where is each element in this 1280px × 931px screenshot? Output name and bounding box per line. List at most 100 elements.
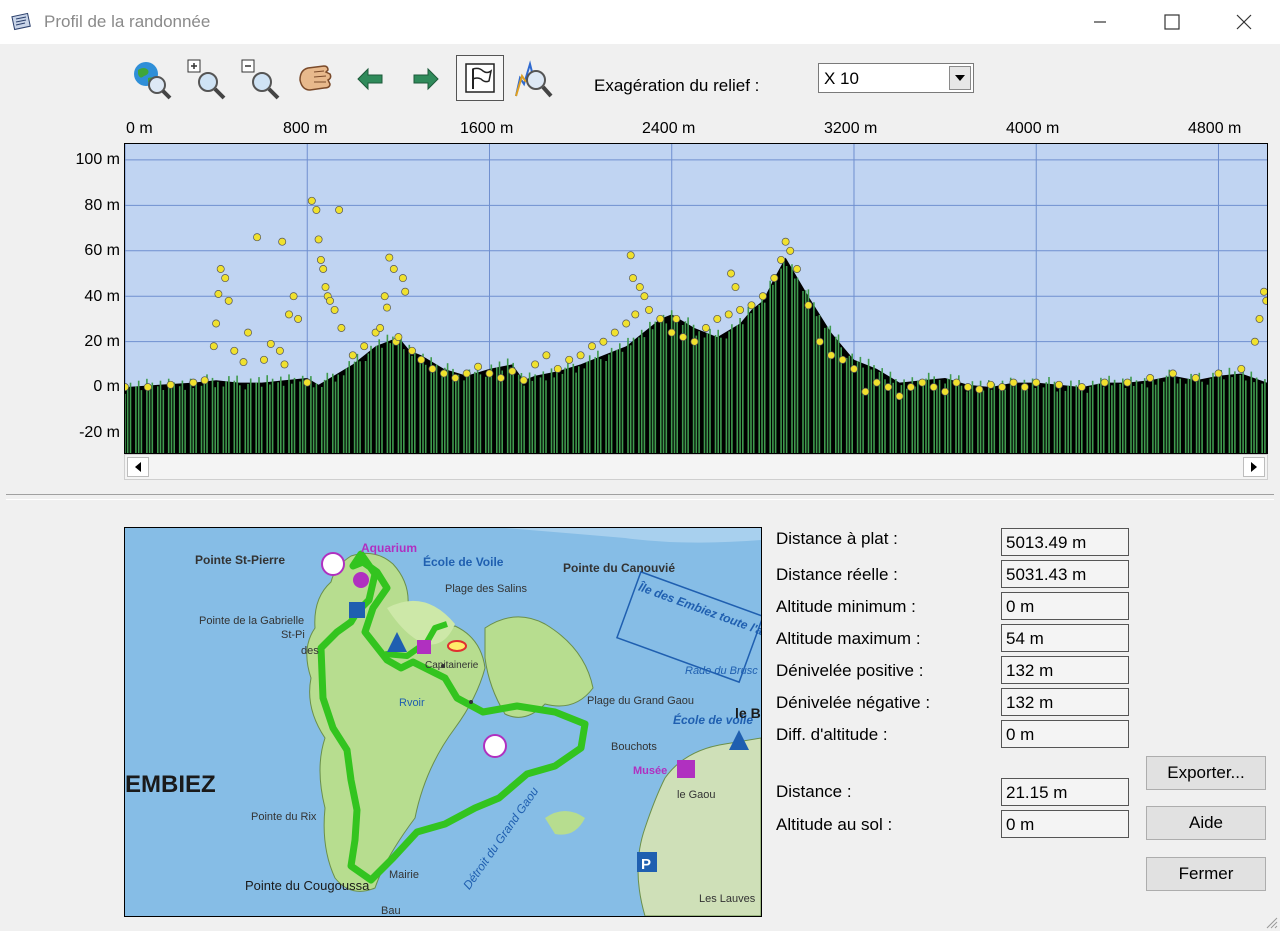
profile-zoom-icon (515, 60, 553, 98)
exaggeration-label: Exagération du relief : (594, 76, 760, 95)
profile-point (781, 237, 790, 246)
profile-point (278, 237, 287, 246)
map-label: Les Lauves (699, 893, 756, 905)
map-label: Musée (633, 765, 667, 777)
profile-point (462, 369, 471, 378)
profile-point (998, 383, 1007, 392)
cursor-distance-value: 21.15 m (1001, 778, 1129, 806)
profile-point (1055, 380, 1063, 389)
profile-horizontal-scrollbar[interactable] (124, 454, 1268, 480)
stat-label: Distance réelle : (776, 565, 898, 584)
previous-button[interactable] (348, 56, 394, 102)
map-label: Rvoir (399, 697, 425, 709)
resize-grip-icon[interactable] (1264, 915, 1278, 929)
y-tick-label: 40 m (84, 288, 120, 305)
chevron-down-icon (955, 75, 965, 81)
profile-point (929, 383, 938, 392)
profile-point (656, 314, 665, 323)
profile-point (1020, 383, 1029, 392)
profile-point (307, 196, 316, 205)
y-tick-label: 0 m (93, 378, 120, 395)
map-label: Aquarium (361, 541, 417, 555)
profile-point (360, 342, 369, 351)
maximize-icon (1164, 14, 1180, 30)
profile-point (713, 314, 722, 323)
profile-point (872, 378, 881, 387)
minimize-button[interactable] (1064, 0, 1136, 44)
profile-point (224, 296, 233, 305)
profile-point (289, 292, 298, 301)
profile-point (1214, 369, 1223, 378)
profile-point (376, 324, 385, 332)
elevation-profile-chart[interactable] (124, 143, 1268, 454)
map-label: le B (735, 705, 761, 721)
profile-point (724, 310, 733, 319)
profile-point (640, 292, 649, 301)
profile-point (952, 378, 961, 387)
profile-point (672, 314, 681, 323)
dropdown-button[interactable] (949, 66, 971, 90)
x-tick-label: 800 m (283, 120, 328, 137)
profile-zoom-button[interactable] (510, 56, 556, 102)
flag-marker-button[interactable] (456, 55, 504, 101)
map-label: Bau (381, 905, 401, 916)
stat-label: Dénivelée négative : (776, 693, 931, 712)
stat-label: Distance à plat : (776, 529, 898, 548)
map-label: le Gaou (677, 789, 716, 801)
profile-point (1100, 378, 1109, 387)
map-label: Pointe St-Pierre (195, 553, 285, 567)
profile-point (701, 324, 710, 332)
stat-value: 5013.49 m (1001, 528, 1129, 556)
profile-point (244, 328, 252, 337)
zoom-out-button[interactable] (238, 56, 284, 102)
profile-point (303, 378, 312, 387)
map-label: Capitainerie (425, 660, 479, 671)
profile-point (335, 205, 344, 214)
map-label: Plage des Salins (445, 583, 527, 595)
profile-point (884, 383, 893, 392)
scroll-right-button[interactable] (1243, 457, 1265, 477)
profile-point (212, 319, 221, 328)
profile-point (508, 367, 517, 376)
arrow-right-icon (413, 67, 439, 91)
profile-point (348, 351, 357, 360)
zoom-in-button[interactable] (184, 56, 230, 102)
profile-point (1237, 364, 1246, 373)
scroll-left-button[interactable] (127, 457, 149, 477)
profile-point (631, 310, 640, 319)
pane-splitter[interactable] (6, 494, 1274, 500)
pan-hand-button[interactable] (292, 56, 338, 102)
profile-point (588, 342, 596, 351)
stat-value: 5031.43 m (1001, 560, 1129, 588)
profile-point (975, 385, 984, 394)
map-label: Rade du Brusc (685, 665, 758, 677)
profile-point (209, 342, 218, 351)
map-label: P (641, 856, 651, 873)
y-tick-label: 100 m (75, 151, 120, 168)
profile-point (401, 287, 410, 296)
close-window-button[interactable] (1208, 0, 1280, 44)
maximize-button[interactable] (1136, 0, 1208, 44)
profile-point (451, 374, 460, 382)
next-button[interactable] (402, 56, 448, 102)
profile-point (239, 358, 248, 367)
route-map[interactable]: Pointe St-Pierre Aquarium École de Voile… (124, 527, 762, 917)
profile-point (941, 387, 950, 396)
profile-point (280, 360, 289, 369)
map-label: Pointe du Canouvié (563, 561, 675, 575)
profile-point (622, 319, 631, 328)
profile-point (496, 374, 505, 382)
globe-zoom-button[interactable] (128, 56, 174, 102)
export-button[interactable]: Exporter... (1146, 756, 1266, 790)
app-notepad-icon (10, 11, 32, 31)
profile-point (166, 380, 175, 389)
profile-point (626, 251, 635, 260)
exaggeration-value: X 10 (824, 69, 859, 88)
exaggeration-select[interactable]: X 10 (818, 63, 974, 93)
profile-point (260, 355, 268, 364)
profile-point (319, 265, 328, 273)
close-dialog-button[interactable]: Fermer (1146, 857, 1266, 891)
stat-value: 0 m (1001, 720, 1129, 748)
help-button[interactable]: Aide (1146, 806, 1266, 840)
zoom-out-icon (241, 59, 280, 100)
